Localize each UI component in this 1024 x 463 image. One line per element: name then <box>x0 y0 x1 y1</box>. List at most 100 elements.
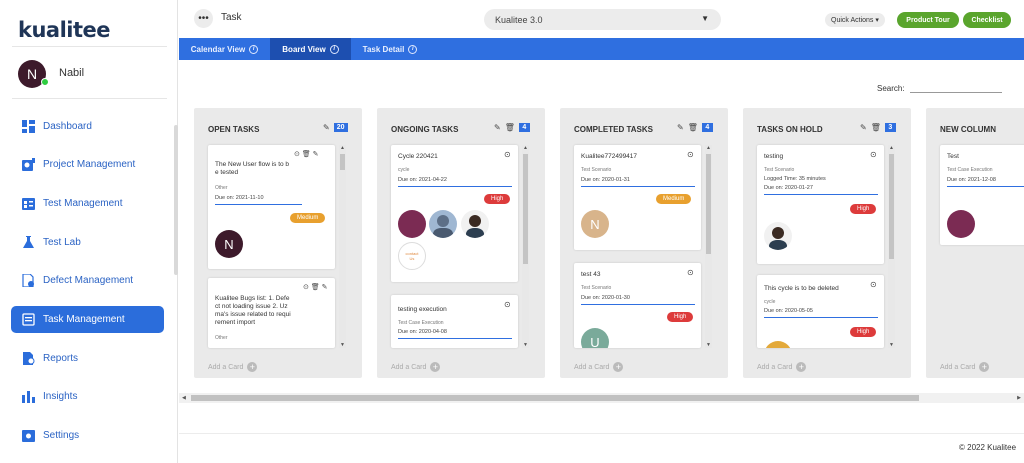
info-icon[interactable]: i <box>249 44 259 54</box>
task-card[interactable]: ⊙ Kualitee772499417 Test Scenario Due on… <box>574 145 701 250</box>
scroll-thumb[interactable] <box>191 395 919 401</box>
tab-calendar-view[interactable]: Calendar View i <box>179 38 270 60</box>
task-card[interactable]: ⊙ testing execution Test Case Execution … <box>391 295 518 348</box>
project-select[interactable]: Kualitee 3.0 ▼ <box>484 9 721 30</box>
scroll-up-arrow[interactable]: ▲ <box>889 145 894 151</box>
sidebar-item-project-management[interactable]: Project Management <box>11 151 164 178</box>
task-card[interactable]: ⊙ 🗑 ✎ The New User flow is to b e tested… <box>208 145 335 269</box>
sidebar-divider <box>12 98 167 99</box>
sidebar-item-settings[interactable]: Settings <box>11 422 164 449</box>
sidebar-scrollbar[interactable] <box>174 125 178 275</box>
card-due-date: Due on: 2020-01-30 <box>581 295 630 301</box>
edit-icon[interactable]: ✎ <box>494 123 501 132</box>
task-card[interactable]: ⊙ testing Test Scenario Logged Time: 35 … <box>757 145 884 264</box>
assignee-avatar[interactable]: N <box>215 230 243 258</box>
edit-icon[interactable]: ✎ <box>860 123 867 132</box>
scroll-down-arrow[interactable]: ▼ <box>889 342 894 348</box>
flask-icon <box>21 236 35 250</box>
assignee-avatar[interactable] <box>461 210 489 238</box>
task-card[interactable]: Test Test Case Execution Due on: 2021-12… <box>940 145 1024 245</box>
clock-icon[interactable]: ⊙ <box>870 280 877 289</box>
assignee-avatar[interactable] <box>947 210 975 238</box>
sidebar-item-label: Project Management <box>43 159 136 170</box>
product-tour-button[interactable]: Product Tour <box>897 12 959 28</box>
sidebar-item-defect-management[interactable]: Defect Management <box>11 267 164 294</box>
add-card-button[interactable]: Add a Card + <box>757 362 807 372</box>
board-column-open-tasks: OPEN TASKS ✎ 20 ⊙ 🗑 ✎ The New User flow … <box>194 108 362 378</box>
column-scrollbar[interactable]: ▲ ▼ <box>705 145 712 348</box>
edit-icon[interactable]: ✎ <box>677 123 684 132</box>
column-scrollbar[interactable]: ▲ ▼ <box>888 145 895 348</box>
scroll-thumb[interactable] <box>523 154 528 264</box>
sidebar-item-task-management[interactable]: Task Management <box>11 306 164 333</box>
tab-task-detail[interactable]: Task Detail i <box>351 38 429 60</box>
trash-icon[interactable]: 🗑 <box>688 123 698 132</box>
trash-icon[interactable]: 🗑 <box>311 284 320 291</box>
clock-icon[interactable]: ⊙ <box>294 151 300 158</box>
clock-icon[interactable]: ⊙ <box>870 150 877 159</box>
assignee-avatar[interactable] <box>398 210 426 238</box>
assignee-avatar[interactable]: N <box>581 210 609 238</box>
page-title: Task <box>221 12 242 23</box>
add-card-button[interactable]: Add a Card + <box>574 362 624 372</box>
add-card-button[interactable]: Add a Card + <box>391 362 441 372</box>
task-card[interactable]: ⊙ 🗑 ✎ Kualitee Bugs list: 1. Defe ct not… <box>208 278 335 348</box>
column-scrollbar[interactable]: ▲ ▼ <box>339 145 346 348</box>
user-name[interactable]: Nabil <box>59 67 84 79</box>
trash-icon[interactable]: 🗑 <box>302 151 311 158</box>
clock-icon[interactable]: ⊙ <box>504 150 511 159</box>
task-card[interactable]: ⊙ test 43 Test Scenario Due on: 2020-01-… <box>574 263 701 348</box>
assignee-avatar[interactable] <box>764 222 792 250</box>
column-title: ONGOING TASKS <box>391 125 459 134</box>
scroll-down-arrow[interactable]: ▼ <box>706 342 711 348</box>
scroll-up-arrow[interactable]: ▲ <box>523 145 528 151</box>
scroll-up-arrow[interactable]: ▲ <box>340 145 345 151</box>
column-scrollbar[interactable]: ▲ ▼ <box>522 145 529 348</box>
scroll-thumb[interactable] <box>340 154 345 170</box>
trash-icon[interactable]: 🗑 <box>505 123 515 132</box>
edit-icon[interactable]: ✎ <box>323 123 330 132</box>
card-divider <box>764 194 878 195</box>
scroll-right-arrow[interactable]: ▶ <box>1017 395 1021 401</box>
tab-board-view[interactable]: Board View i <box>270 38 351 60</box>
task-card[interactable]: ⊙ Cycle 220421 cycle Due on: 2021-04-22 … <box>391 145 518 282</box>
info-icon[interactable]: i <box>408 44 418 54</box>
assignee-avatar[interactable]: contact Us <box>398 242 426 270</box>
add-card-button[interactable]: Add a Card + <box>940 362 990 372</box>
sidebar-item-reports[interactable]: Reports <box>11 345 164 372</box>
clock-icon[interactable]: ⊙ <box>687 268 694 277</box>
sidebar-item-test-lab[interactable]: Test Lab <box>11 229 164 256</box>
add-card-button[interactable]: Add a Card + <box>208 362 258 372</box>
info-icon[interactable]: i <box>329 44 339 54</box>
scroll-thumb[interactable] <box>706 154 711 254</box>
kualitee-logo[interactable]: kualitee <box>18 18 111 42</box>
top-bar: ••• Task Kualitee 3.0 ▼ Quick Actions ▾ … <box>179 0 1024 38</box>
scroll-down-arrow[interactable]: ▼ <box>523 342 528 348</box>
column-count: 3 <box>884 123 896 132</box>
edit-icon[interactable]: ✎ <box>313 151 319 158</box>
scroll-left-arrow[interactable]: ◀ <box>182 395 186 401</box>
edit-icon[interactable]: ✎ <box>322 284 328 291</box>
clock-icon[interactable]: ⊙ <box>504 300 511 309</box>
assignee-avatar[interactable] <box>429 210 457 238</box>
sidebar-item-insights[interactable]: Insights <box>11 383 164 410</box>
project-select-value: Kualitee 3.0 <box>495 14 543 25</box>
card-title: e tested <box>215 169 239 176</box>
scroll-down-arrow[interactable]: ▼ <box>340 342 345 348</box>
assignee-avatar[interactable] <box>764 341 792 348</box>
board-horizontal-scrollbar[interactable]: ◀ ▶ <box>179 393 1024 403</box>
trash-icon[interactable]: 🗑 <box>871 123 881 132</box>
scroll-up-arrow[interactable]: ▲ <box>706 145 711 151</box>
scroll-thumb[interactable] <box>889 154 894 259</box>
sidebar-item-dashboard[interactable]: Dashboard <box>11 113 164 140</box>
column-tools: ✎ 🗑 4 <box>494 123 530 132</box>
clock-icon[interactable]: ⊙ <box>303 284 309 291</box>
sidebar-item-test-management[interactable]: Test Management <box>11 190 164 217</box>
more-options-button[interactable]: ••• <box>194 9 213 28</box>
clock-icon[interactable]: ⊙ <box>687 150 694 159</box>
search-input[interactable] <box>910 92 1002 93</box>
quick-actions-button[interactable]: Quick Actions ▾ <box>825 13 885 27</box>
task-card[interactable]: ⊙ This cycle is to be deleted cycle Due … <box>757 275 884 348</box>
checklist-button[interactable]: Checklist <box>963 12 1011 28</box>
assignee-avatar[interactable]: U <box>581 328 609 348</box>
